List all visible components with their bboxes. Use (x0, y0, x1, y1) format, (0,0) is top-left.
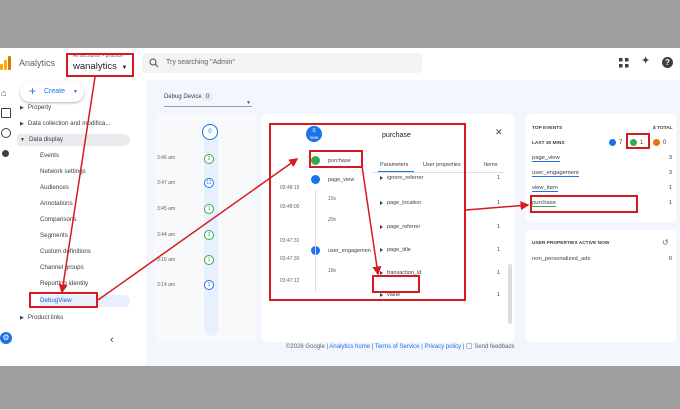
annotation-arrows (58, 76, 530, 301)
analytics-app: Analytics All accounts > practice wanaly… (0, 48, 680, 366)
